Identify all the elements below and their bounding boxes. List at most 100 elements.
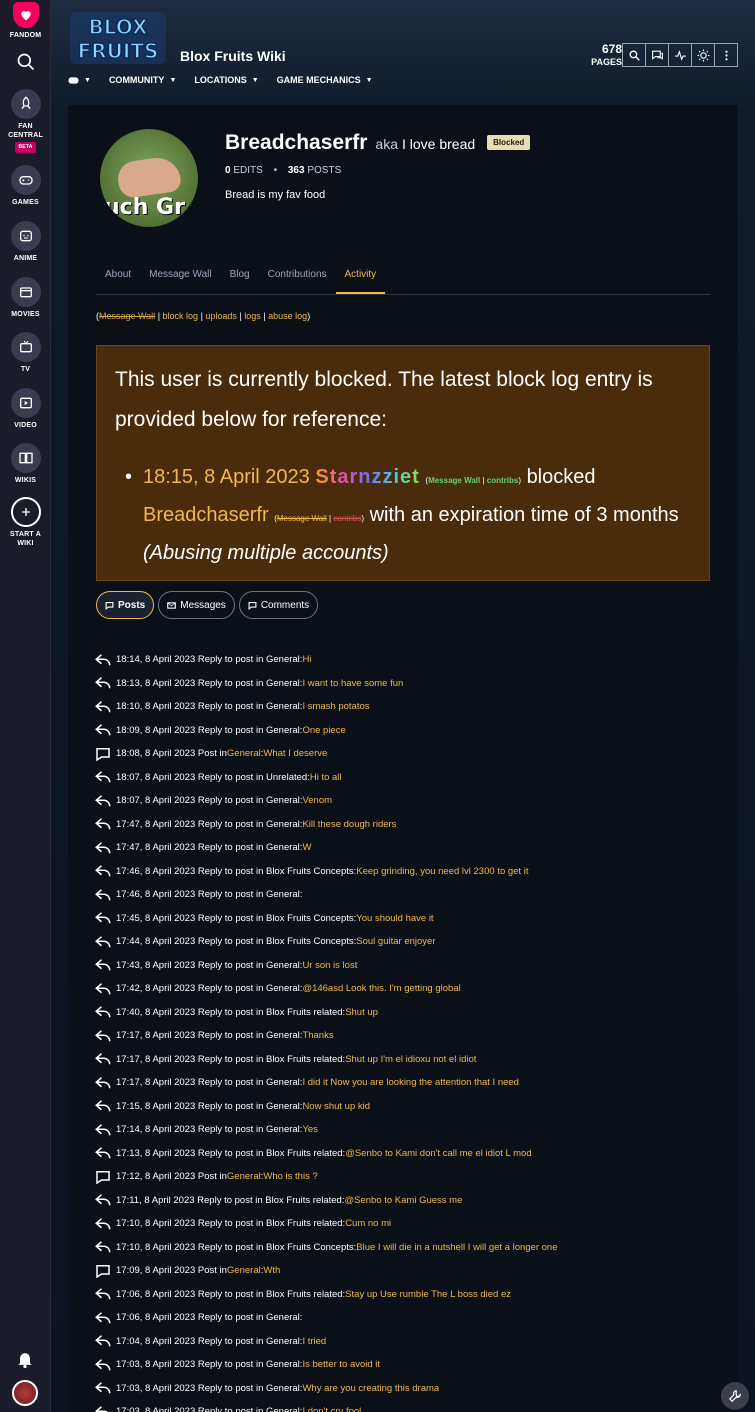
activity-category-link[interactable]: General xyxy=(227,1265,261,1276)
activity-post-link[interactable]: What I deserve xyxy=(263,748,327,759)
wrench-tools-button[interactable] xyxy=(721,1382,749,1410)
rail-item-games[interactable]: GAMES xyxy=(0,165,51,207)
nav-game-mechanics[interactable]: GAME MECHANICS ▼ xyxy=(277,75,373,85)
activity-post-link[interactable]: Hi to all xyxy=(310,772,342,783)
fandom-home-link[interactable]: FANDOM xyxy=(0,0,51,40)
target-contribs-link[interactable]: contribs xyxy=(333,514,361,523)
rail-item-tv[interactable]: TV xyxy=(0,332,51,374)
activity-post-link[interactable]: Shut up xyxy=(345,1007,378,1018)
activity-post-link[interactable]: Kill these dough riders xyxy=(302,819,396,830)
filter-posts[interactable]: Posts xyxy=(96,591,155,619)
reply-icon xyxy=(94,1405,112,1412)
activity-post-link[interactable]: @146asd Look this. I'm getting global xyxy=(302,983,460,994)
activity-post-link[interactable]: Soul guitar enjoyer xyxy=(356,936,435,947)
notifications-bell-icon[interactable] xyxy=(15,1349,35,1369)
reply-icon xyxy=(94,1287,112,1301)
user-avatar[interactable] xyxy=(12,1380,38,1406)
logs-link[interactable]: logs xyxy=(244,311,261,321)
profile-aka: aka xyxy=(375,136,398,152)
activity-post-link[interactable]: Yes xyxy=(302,1124,318,1135)
block-timestamp-link[interactable]: 18:15, 8 April 2023 xyxy=(143,466,310,488)
more-options-button[interactable] xyxy=(714,43,738,67)
activity-text: 18:08, 8 April 2023 Post in xyxy=(116,748,227,760)
activity-post-link[interactable]: One piece xyxy=(302,725,345,736)
nav-community[interactable]: COMMUNITY ▼ xyxy=(109,75,176,85)
search-button[interactable] xyxy=(622,43,646,67)
reply-icon xyxy=(94,1123,112,1137)
activity-category-link[interactable]: General xyxy=(227,748,261,759)
activity-post-link[interactable]: @Senbo to Kami don't call me el idiot L … xyxy=(345,1148,531,1159)
activity-post-link[interactable]: Who is this ? xyxy=(263,1171,317,1182)
tab-about[interactable]: About xyxy=(96,263,140,294)
activity-post-link[interactable]: Cum no mi xyxy=(345,1218,391,1229)
activity-row: 18:13, 8 April 2023 Reply to post in Gen… xyxy=(94,672,724,696)
rail-item-fan-central[interactable]: FAN CENTRAL BETA xyxy=(0,89,51,153)
activity-post-link[interactable]: Shut up I'm el idioxu not el idiot xyxy=(345,1054,476,1065)
tab-message-wall[interactable]: Message Wall xyxy=(140,263,220,294)
rail-item-video[interactable]: VIDEO xyxy=(0,388,51,430)
rail-item-anime[interactable]: ANIME xyxy=(0,221,51,263)
discussions-button[interactable] xyxy=(645,43,669,67)
rail-item-wikis[interactable]: WIKIS xyxy=(0,443,51,485)
activity-post-link[interactable]: I tried xyxy=(302,1336,326,1347)
filter-comments[interactable]: Comments xyxy=(238,591,319,619)
activity-post-link[interactable]: Is better to avoid it xyxy=(302,1359,380,1370)
activity-post-link[interactable]: I smash potatos xyxy=(302,701,369,712)
activity-text: 17:09, 8 April 2023 Post in xyxy=(116,1265,227,1277)
profile-tabs: About Message Wall Blog Contributions Ac… xyxy=(96,263,710,295)
activity-post-link[interactable]: I want to have some fun xyxy=(302,678,403,689)
activity-post-link[interactable]: Stay up Use rumble The L boss died ez xyxy=(345,1289,511,1300)
recent-changes-button[interactable] xyxy=(668,43,692,67)
search-button[interactable] xyxy=(0,52,51,72)
activity-post-link[interactable]: Venom xyxy=(302,795,332,806)
activity-category-link[interactable]: General xyxy=(227,1171,261,1182)
beta-badge: BETA xyxy=(15,142,36,153)
activity-post-link[interactable]: I don't cry fool xyxy=(302,1406,361,1412)
rail-label-anime: ANIME xyxy=(13,255,38,262)
admin-message-wall-link[interactable]: Message Wall xyxy=(428,476,480,485)
abuse-log-link[interactable]: abuse log xyxy=(268,311,307,321)
activity-post-link[interactable]: You should have it xyxy=(356,913,433,924)
activity-post-link[interactable]: @Senbo to Kami Guess me xyxy=(344,1195,462,1206)
tab-contributions[interactable]: Contributions xyxy=(259,263,336,294)
sun-icon xyxy=(697,49,709,61)
gamepad-icon xyxy=(68,76,79,84)
tab-blog[interactable]: Blog xyxy=(221,263,259,294)
activity-post-link[interactable]: Now shut up kid xyxy=(302,1101,370,1112)
activity-text: 17:14, 8 April 2023 Reply to post in Gen… xyxy=(116,1124,303,1136)
activity-post-link[interactable]: W xyxy=(302,842,311,853)
activity-post-link[interactable]: Ur son is lost xyxy=(302,960,357,971)
admin-contribs-link[interactable]: contribs xyxy=(487,476,519,485)
activity-row: 17:47, 8 April 2023 Reply to post in Gen… xyxy=(94,813,724,837)
activity-post-link[interactable]: Thanks xyxy=(302,1030,333,1041)
block-log-link[interactable]: block log xyxy=(163,311,199,321)
wiki-tools xyxy=(622,43,738,67)
wiki-logo[interactable]: BLOX FRUITS xyxy=(68,8,168,66)
activity-post-link[interactable]: Blue I will die in a nutshell I will get… xyxy=(356,1242,557,1253)
rail-item-start-a-wiki[interactable]: START A WIKI xyxy=(0,497,51,548)
target-message-wall-link[interactable]: Message Wall xyxy=(277,514,327,523)
envelope-icon xyxy=(167,601,177,609)
activity-row: 17:12, 8 April 2023 Post in General: Who… xyxy=(94,1165,724,1189)
tab-activity[interactable]: Activity xyxy=(335,263,386,294)
activity-post-link[interactable]: I did it Now you are looking the attenti… xyxy=(302,1077,519,1088)
post-icon xyxy=(94,747,112,762)
rail-item-movies[interactable]: MOVIES xyxy=(0,277,51,319)
profile-bio: Bread is my fav food xyxy=(225,189,326,201)
blocked-user-link[interactable]: Breadchaserfr xyxy=(143,504,269,526)
nav-explore[interactable]: ▼ xyxy=(68,76,91,85)
activity-post-link[interactable]: Why are you creating this drama xyxy=(302,1383,439,1394)
theme-toggle-button[interactable] xyxy=(691,43,715,67)
uploads-link[interactable]: uploads xyxy=(205,311,237,321)
nav-locations[interactable]: LOCATIONS ▼ xyxy=(194,75,258,85)
reply-icon xyxy=(94,911,112,925)
activity-post-link[interactable]: Keep grinding, you need lvl 2300 to get … xyxy=(356,866,528,877)
filter-messages[interactable]: Messages xyxy=(158,591,235,619)
message-wall-link[interactable]: Message Wall xyxy=(99,311,155,321)
activity-post-link[interactable]: Wth xyxy=(263,1265,280,1276)
wiki-name[interactable]: Blox Fruits Wiki xyxy=(180,48,286,64)
pages-count: 678 xyxy=(601,42,622,56)
activity-post-link[interactable]: Hi xyxy=(302,654,311,665)
reply-icon xyxy=(94,794,112,808)
blocking-admin-link[interactable]: Starnzziet xyxy=(315,466,419,488)
